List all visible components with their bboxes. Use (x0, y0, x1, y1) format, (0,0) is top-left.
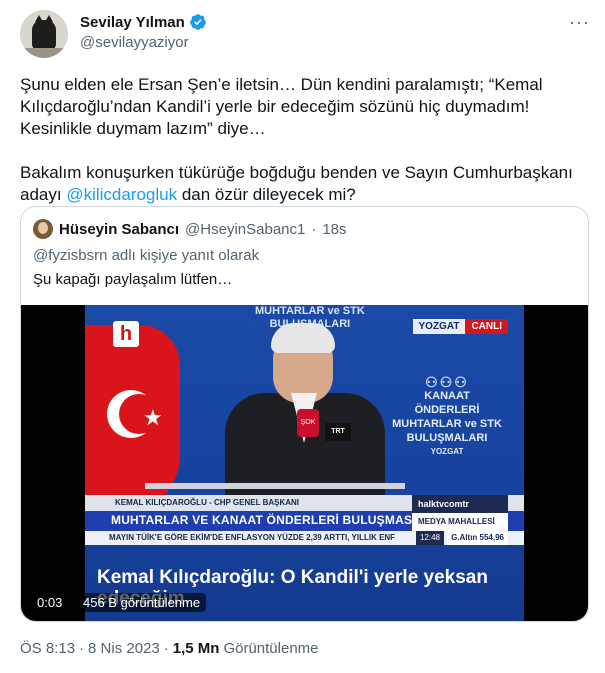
star-icon: ★ (143, 405, 163, 430)
author-name-row: Sevilay Yılman (80, 13, 207, 31)
tweet-footer: ÖS 8:13 · 8 Nis 2023 · 1,5 Mn Görüntülen… (20, 640, 319, 657)
location-tag: YOZGAT CANLI (412, 319, 508, 334)
lower-third-side: halktvcomtr MEDYA MAHALLESİ (412, 495, 508, 531)
tweet-time[interactable]: ÖS 8:13 (20, 640, 75, 657)
tweet-header: Sevilay Yılman @sevilayyaziyor ··· (20, 10, 590, 60)
quoted-tweet-header: Hüseyin Sabancı @HseyinSabanc1 · 18s (33, 219, 347, 239)
quoted-author-avatar (33, 219, 53, 239)
gold-price: G.Altın 554,96 (447, 531, 508, 545)
tweet-paragraph-2: Bakalım konuşurken tükürüğe boğduğu bend… (20, 163, 573, 204)
mention-link[interactable]: @kilicdarogluk (66, 185, 177, 204)
microphone: ŞOK (297, 409, 319, 437)
event-logo: ⚇⚇⚇ KANAAT ÖNDERLERİ MUHTARLAR ve STK BU… (392, 374, 502, 456)
reply-context: @fyzisbsrn adlı kişiye yanıt olarak (33, 247, 260, 264)
live-badge: CANLI (465, 319, 508, 334)
quoted-tweet-text: Şu kapağı paylaşalım lütfen… (33, 271, 233, 288)
quoted-tweet-time: 18s (322, 220, 347, 238)
channel-logo: h (113, 321, 139, 347)
ticker-clock: 12:48 (415, 531, 444, 545)
author-display-name[interactable]: Sevilay Yılman (80, 14, 185, 31)
video-view-count: 456 B görüntülenme (77, 593, 207, 612)
author-handle[interactable]: @sevilayyaziyor (80, 34, 189, 51)
tweet-paragraph-1: Şunu elden ele Ersan Şen’e iletsin… Dün … (20, 75, 543, 138)
verified-badge-icon (189, 14, 206, 30)
lower-third-title: MUHTARLAR VE KANAAT ÖNDERLERİ BULUŞMASI (111, 513, 416, 527)
tweet-text: Şunu elden ele Ersan Şen’e iletsin… Dün … (20, 74, 590, 206)
trt-microphone: TRT (325, 423, 351, 441)
tweet-date[interactable]: 8 Nis 2023 (88, 640, 160, 657)
view-count: 1,5 Mn (172, 640, 220, 657)
view-count-label: Görüntülenme (223, 640, 319, 657)
more-options-icon[interactable]: ··· (569, 12, 590, 33)
quoted-tweet[interactable]: Hüseyin Sabancı @HseyinSabanc1 · 18s @fy… (20, 206, 589, 622)
twitter-handle: halktvcomtr (412, 495, 508, 513)
author-avatar[interactable] (20, 10, 68, 58)
video-player[interactable]: ★ h MUHTARLAR ve STK BULUŞMALARI YOZGAT … (21, 305, 588, 621)
video-frame: ★ h MUHTARLAR ve STK BULUŞMALARI YOZGAT … (85, 305, 524, 621)
video-timestamp: 0:03 (31, 593, 69, 612)
quoted-author-handle: @HseyinSabanc1 (185, 220, 306, 238)
program-name: MEDYA MAHALLESİ (412, 513, 508, 531)
cat-image (32, 15, 56, 50)
quoted-author-name: Hüseyin Sabancı (59, 220, 180, 238)
